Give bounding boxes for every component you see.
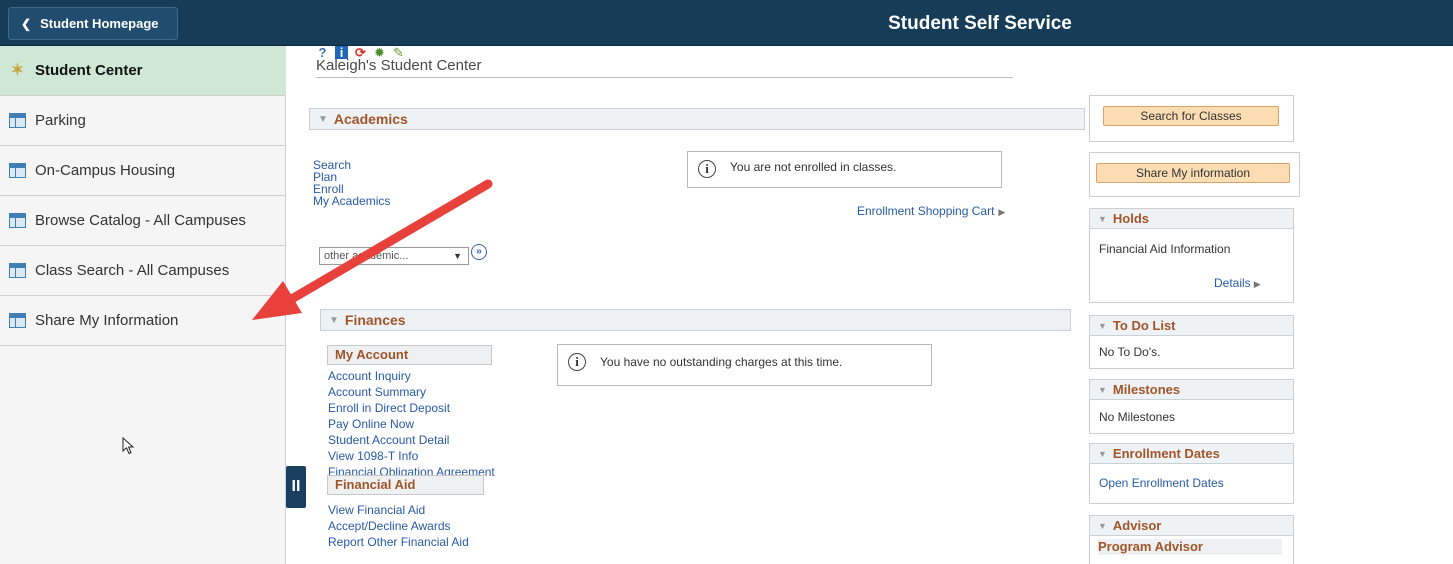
link-view-1098t[interactable]: View 1098-T Info [328, 448, 495, 464]
sidebar-item-label: Browse Catalog - All Campuses [35, 212, 246, 229]
top-banner: ❮ Student Homepage Student Self Service [0, 0, 1453, 46]
link-enroll-direct-deposit[interactable]: Enroll in Direct Deposit [328, 400, 495, 416]
sidebar: ✶ Student Center Parking On-Campus Housi… [0, 46, 286, 564]
no-charges-message: i You have no outstanding charges at thi… [557, 344, 932, 386]
sidebar-item-label: Class Search - All Campuses [35, 262, 230, 279]
page-title: Student Self Service [888, 13, 1072, 34]
star-icon: ✶ [10, 62, 25, 79]
my-account-subheader: My Account [327, 345, 492, 365]
link-accept-decline-awards[interactable]: Accept/Decline Awards [328, 518, 469, 534]
collapse-triangle-icon: ▼ [1098, 320, 1107, 331]
holds-text: Financial Aid Information [1099, 242, 1231, 256]
link-pay-online-now[interactable]: Pay Online Now [328, 416, 495, 432]
milestones-header[interactable]: ▼ Milestones [1090, 380, 1293, 400]
header-title: Milestones [1112, 382, 1181, 397]
header-title: Enrollment Dates [1112, 446, 1220, 461]
header-title: Holds [1112, 211, 1150, 226]
finances-section-header[interactable]: ▼ Finances [320, 309, 1071, 331]
collapse-triangle-icon: ▼ [329, 314, 339, 326]
sidebar-item-label: Parking [35, 112, 86, 129]
arrow-right-icon: ▶ [1253, 279, 1261, 289]
collapse-triangle-icon: ▼ [1098, 448, 1107, 459]
academics-section-header[interactable]: ▼ Academics [309, 108, 1085, 130]
collapse-triangle-icon: ▼ [1098, 213, 1107, 224]
collapse-triangle-icon: ▼ [318, 113, 328, 125]
back-button-label: Student Homepage [40, 16, 159, 31]
search-classes-box: Search for Classes [1089, 95, 1294, 142]
holds-details-link[interactable]: Details ▶ [1214, 276, 1261, 290]
student-center-title: Kaleigh's Student Center [316, 57, 1013, 78]
todo-text: No To Do's. [1099, 345, 1161, 359]
open-enrollment-dates-link[interactable]: Open Enrollment Dates [1099, 476, 1224, 490]
section-title: Academics [333, 111, 408, 127]
link-label: Details [1214, 276, 1251, 290]
back-to-student-homepage-button[interactable]: ❮ Student Homepage [8, 7, 178, 40]
enrollment-shopping-cart-link[interactable]: Enrollment Shopping Cart ▶ [857, 204, 1005, 218]
milestones-box: ▼ Milestones No Milestones [1089, 379, 1294, 434]
collapse-sidebar-button[interactable]: II [286, 466, 306, 508]
holds-box: ▼ Holds Financial Aid Information Details… [1089, 208, 1294, 303]
header-title: Advisor [1112, 518, 1162, 533]
milestones-text: No Milestones [1099, 410, 1176, 424]
program-advisor-subheader: Program Advisor [1098, 539, 1282, 555]
sidebar-item-browse-catalog[interactable]: Browse Catalog - All Campuses [0, 196, 286, 246]
collapse-triangle-icon: ▼ [1098, 384, 1107, 395]
chevron-left-icon: ❮ [21, 16, 32, 31]
link-label: Enrollment Shopping Cart [857, 204, 995, 218]
todo-header[interactable]: ▼ To Do List [1090, 316, 1293, 336]
other-academic-select[interactable]: other academic... ▼ [319, 247, 469, 265]
enrollment-dates-header[interactable]: ▼ Enrollment Dates [1090, 444, 1293, 464]
sidebar-item-label: On-Campus Housing [35, 162, 176, 179]
sidebar-item-parking[interactable]: Parking [0, 96, 286, 146]
link-view-financial-aid[interactable]: View Financial Aid [328, 502, 469, 518]
chevron-down-icon: ▼ [453, 251, 462, 261]
search-for-classes-button[interactable]: Search for Classes [1103, 106, 1279, 126]
share-info-box: Share My information [1089, 152, 1300, 197]
select-value: other academic... [324, 250, 409, 262]
link-account-summary[interactable]: Account Summary [328, 384, 495, 400]
academics-link-my-academics[interactable]: My Academics [313, 195, 390, 207]
share-my-information-button[interactable]: Share My information [1096, 163, 1290, 183]
message-text: You are not enrolled in classes. [730, 160, 897, 174]
link-report-other-aid[interactable]: Report Other Financial Aid [328, 534, 469, 550]
table-icon [9, 213, 26, 228]
sidebar-item-on-campus-housing[interactable]: On-Campus Housing [0, 146, 286, 196]
link-student-account-detail[interactable]: Student Account Detail [328, 432, 495, 448]
sidebar-item-label: Student Center [35, 62, 143, 79]
header-title: To Do List [1112, 318, 1176, 333]
table-icon [9, 163, 26, 178]
sidebar-item-class-search[interactable]: Class Search - All Campuses [0, 246, 286, 296]
enrollment-dates-box: ▼ Enrollment Dates Open Enrollment Dates [1089, 443, 1294, 504]
arrow-right-icon: ▶ [998, 207, 1006, 217]
sidebar-item-student-center[interactable]: ✶ Student Center [0, 46, 286, 96]
advisor-header[interactable]: ▼ Advisor [1090, 516, 1293, 536]
go-button[interactable]: » [471, 244, 487, 260]
academics-links: Search Plan Enroll My Academics [313, 159, 390, 207]
info-circle-icon: i [568, 353, 586, 371]
table-icon [9, 313, 26, 328]
sidebar-item-label: Share My Information [35, 312, 179, 329]
table-icon [9, 113, 26, 128]
holds-header[interactable]: ▼ Holds [1090, 209, 1293, 229]
todo-box: ▼ To Do List No To Do's. [1089, 315, 1294, 369]
info-circle-icon: i [698, 160, 716, 178]
sidebar-item-share-my-information[interactable]: Share My Information [0, 296, 286, 346]
table-icon [9, 263, 26, 278]
message-text: You have no outstanding charges at this … [600, 355, 843, 369]
link-account-inquiry[interactable]: Account Inquiry [328, 368, 495, 384]
my-account-links: Account Inquiry Account Summary Enroll i… [328, 368, 495, 480]
not-enrolled-message: i You are not enrolled in classes. [687, 151, 1002, 188]
collapse-triangle-icon: ▼ [1098, 520, 1107, 531]
financial-aid-subheader: Financial Aid [327, 475, 484, 495]
mouse-cursor-icon [122, 437, 135, 455]
section-title: Finances [344, 312, 406, 328]
financial-aid-links: View Financial Aid Accept/Decline Awards… [328, 502, 469, 550]
